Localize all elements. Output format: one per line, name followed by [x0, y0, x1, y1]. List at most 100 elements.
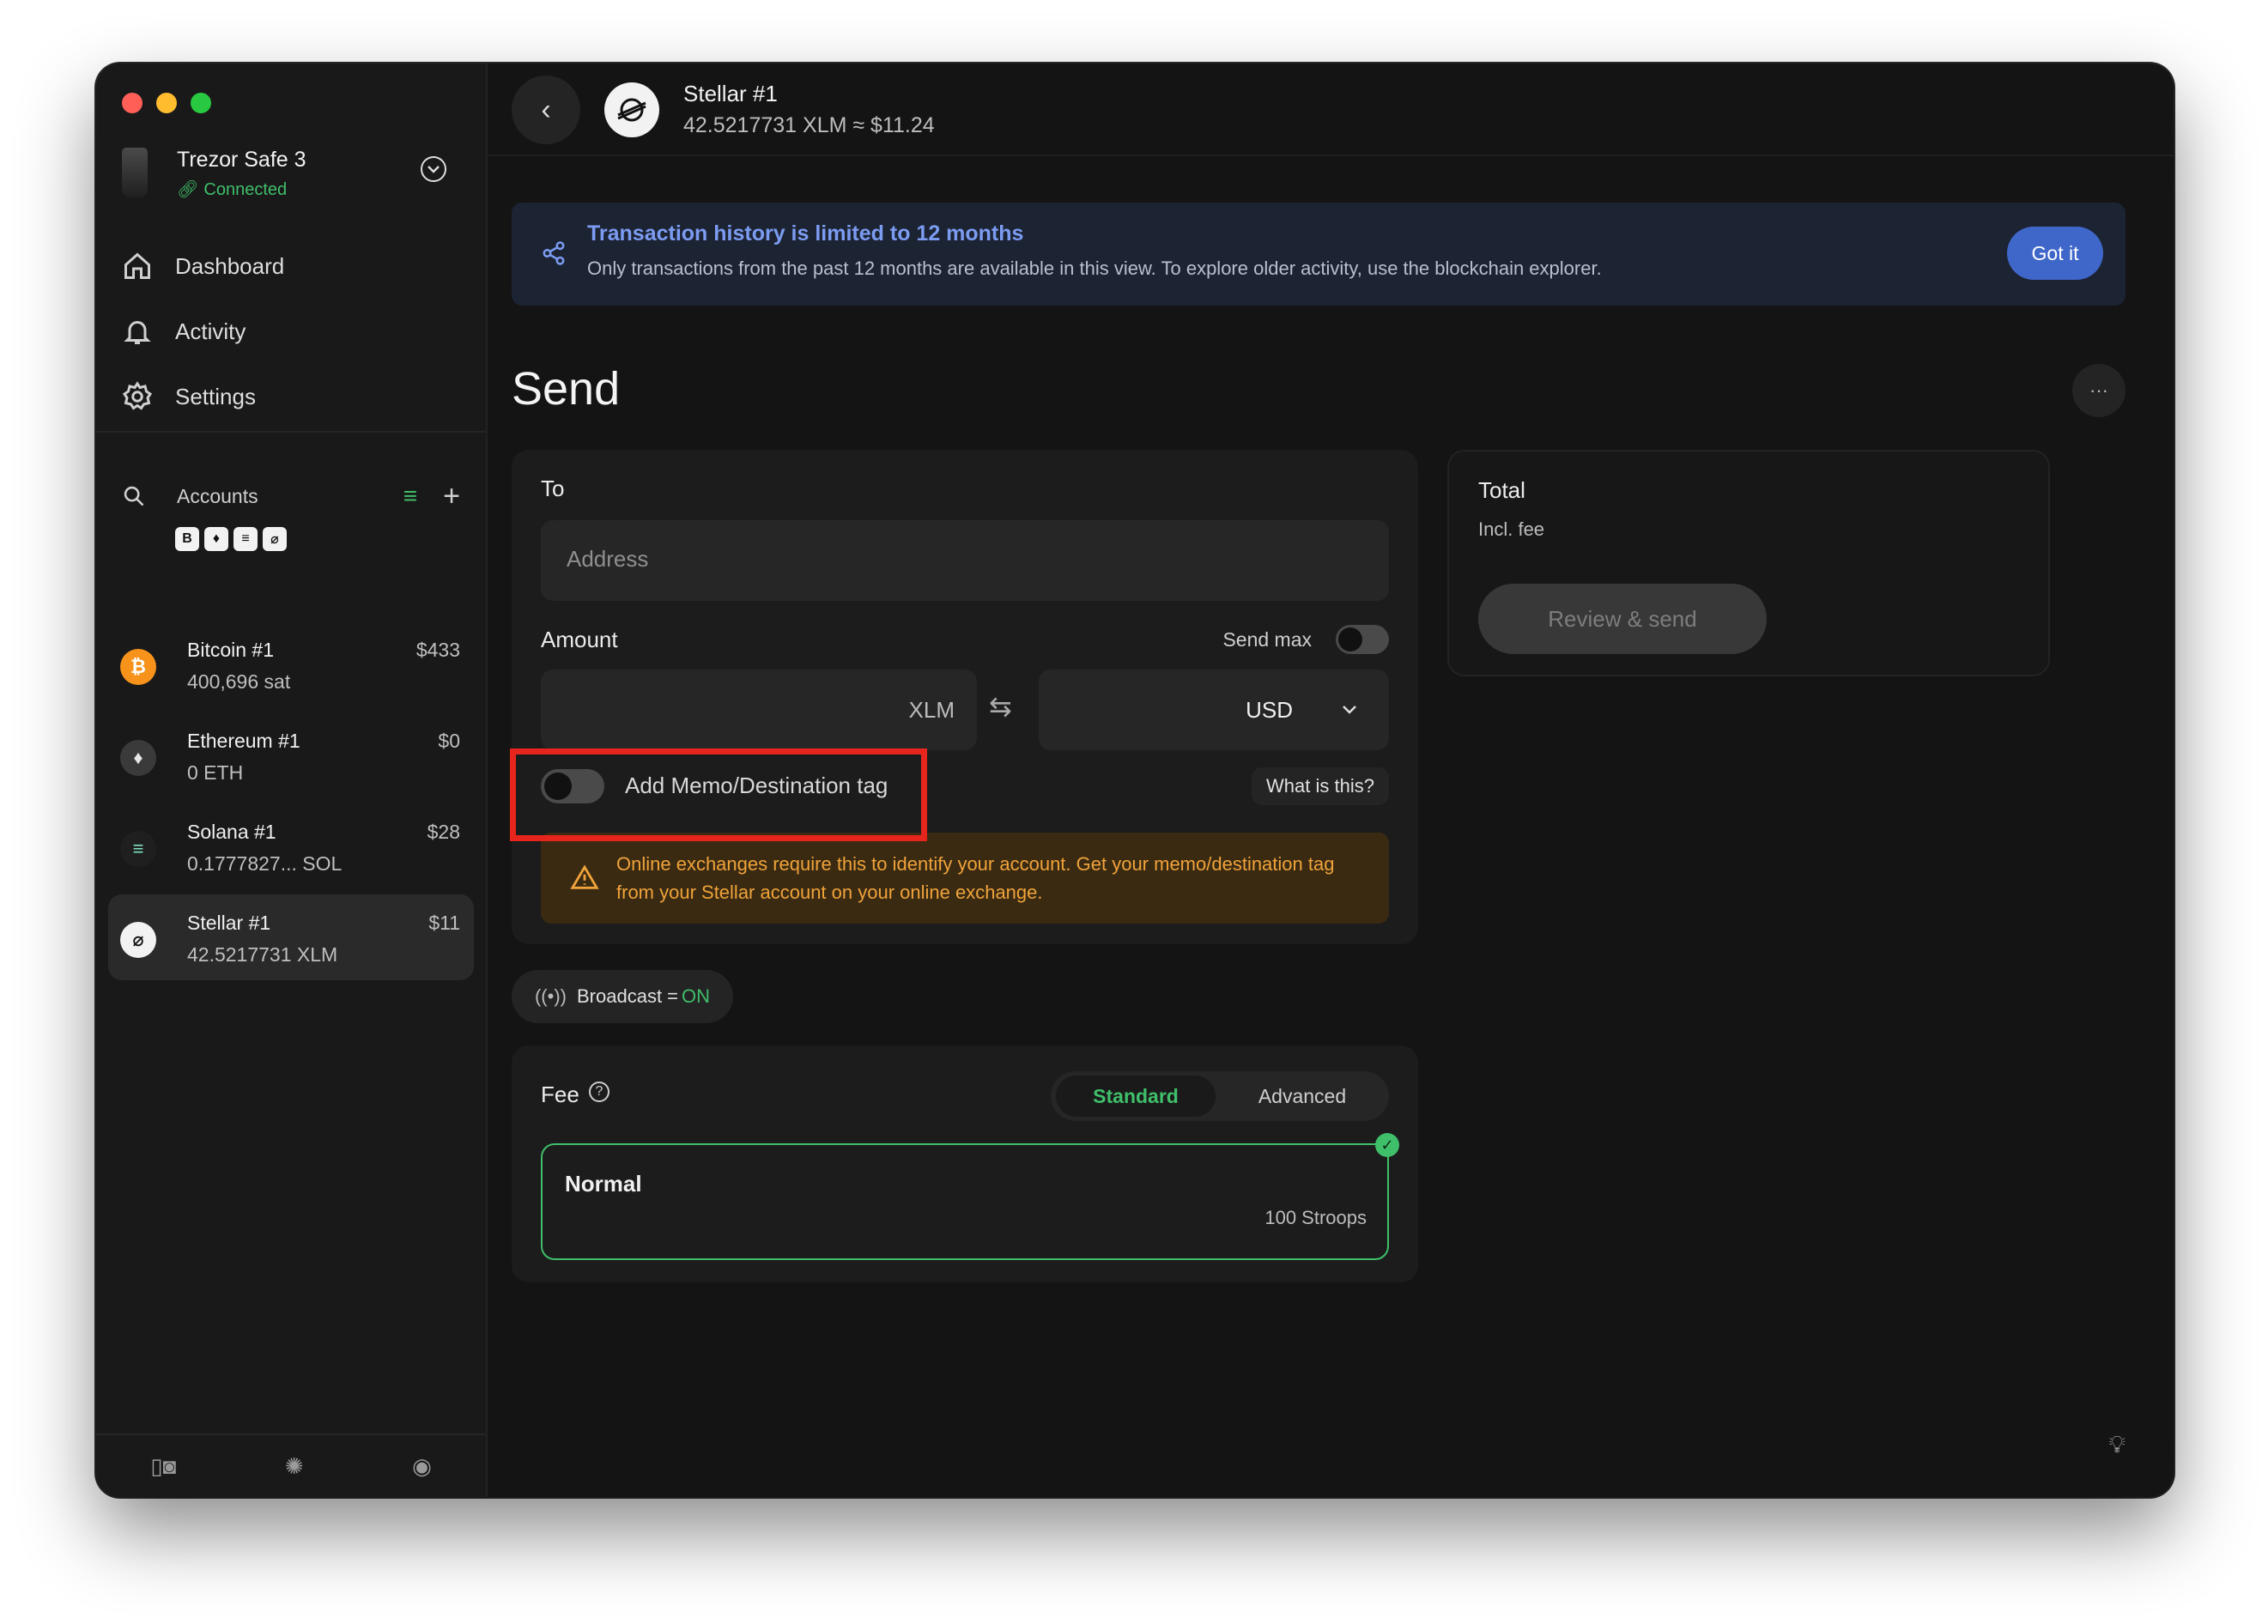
top-bar: ‹ Stellar #1 42.5217731 XLM ≈ $11.24 — [488, 64, 2174, 156]
account-name: Ethereum #1 — [187, 730, 300, 752]
ethereum-icon: ♦ — [120, 740, 156, 776]
broadcast-icon: ((•)) — [534, 985, 567, 1007]
device-status-icon[interactable]: ▯◙ — [150, 1453, 176, 1480]
address-input[interactable]: Address — [541, 520, 1389, 601]
fee-option-normal[interactable]: ✓ Normal 100 Stroops — [541, 1133, 1399, 1260]
send-form-card: To Address Amount Send max XLM ⇆ USD Add… — [512, 450, 1418, 944]
total-label: Total — [1478, 477, 1525, 503]
account-name: Bitcoin #1 — [187, 639, 275, 661]
device-switcher[interactable]: Trezor Safe 3 🔗︎ Connected — [122, 142, 460, 211]
account-name: Stellar #1 — [187, 912, 271, 934]
warning-icon — [570, 864, 599, 889]
history-limit-banner: Transaction history is limited to 12 mon… — [512, 203, 2125, 306]
tab-advanced[interactable]: Advanced — [1222, 1076, 1382, 1117]
banner-text: Only transactions from the past 12 month… — [587, 258, 1602, 279]
crypto-unit: XLM — [908, 697, 955, 723]
broadcast-toggle[interactable]: ((•)) Broadcast = ON — [512, 970, 733, 1023]
fiat-currency-select[interactable]: USD — [1246, 697, 1293, 724]
fiat-amount-input[interactable]: USD — [1039, 670, 1389, 750]
trezor-device-icon — [122, 148, 148, 197]
send-max-label: Send max — [1222, 628, 1312, 651]
window-controls — [122, 93, 211, 113]
account-title: Stellar #1 — [683, 81, 778, 106]
device-name: Trezor Safe 3 — [177, 148, 306, 172]
account-name: Solana #1 — [187, 821, 276, 843]
account-item-solana[interactable]: ≡ Solana #1 0.1777827... SOL $28 — [108, 803, 474, 889]
account-item-stellar[interactable]: ⌀ Stellar #1 42.5217731 XLM $11 — [108, 894, 474, 980]
account-balance: 0.1777827... SOL — [187, 852, 343, 875]
nav-activity[interactable]: Activity — [122, 299, 460, 364]
filter-icon[interactable]: ≡ — [403, 482, 417, 510]
nav-activity-label: Activity — [175, 318, 246, 344]
account-fiat: $433 — [415, 639, 460, 661]
account-balance-summary: 42.5217731 XLM ≈ $11.24 — [683, 113, 935, 137]
crypto-amount-input[interactable]: XLM — [541, 670, 977, 750]
add-account-button[interactable]: + — [443, 482, 460, 511]
memo-warning-text: Online exchanges require this to identif… — [616, 853, 1335, 903]
got-it-button[interactable]: Got it — [2007, 227, 2103, 280]
accounts-title: Accounts — [177, 484, 258, 507]
nav-settings[interactable]: Settings — [122, 364, 460, 429]
broadcast-label: Broadcast = — [577, 985, 679, 1007]
what-is-this-button[interactable]: What is this? — [1252, 767, 1389, 805]
account-item-bitcoin[interactable]: ₿ Bitcoin #1 400,696 sat $433 — [108, 621, 474, 707]
more-options-button[interactable]: ··· — [2072, 364, 2125, 417]
account-fiat: $11 — [428, 912, 460, 934]
main-content: ‹ Stellar #1 42.5217731 XLM ≈ $11.24 Tra… — [488, 64, 2174, 1497]
lightbulb-icon[interactable]: 💡︎ — [2108, 1431, 2125, 1459]
ethereum-chip-icon[interactable]: ♦ — [204, 527, 228, 551]
device-status-label: Connected — [203, 180, 288, 199]
swap-icon[interactable]: ⇆ — [989, 690, 1012, 723]
account-balance: 400,696 sat — [187, 670, 291, 693]
account-item-ethereum[interactable]: ♦ Ethereum #1 0 ETH $0 — [108, 712, 474, 798]
account-fiat: $28 — [427, 821, 460, 843]
eye-icon[interactable]: ◉ — [412, 1453, 432, 1480]
tor-icon[interactable]: ✺ — [285, 1453, 304, 1480]
check-icon: ✓ — [1375, 1133, 1399, 1157]
account-balance: 0 ETH — [187, 761, 244, 784]
app-window: Trezor Safe 3 🔗︎ Connected Dashboard Acti… — [96, 64, 2174, 1497]
nav-settings-label: Settings — [175, 383, 256, 409]
sidebar-footer: ▯◙ ✺ ◉ — [96, 1433, 486, 1497]
review-and-send-button[interactable]: Review & send — [1478, 584, 1767, 654]
stellar-chip-icon[interactable]: ⌀ — [263, 527, 287, 551]
memo-warning: Online exchanges require this to identif… — [541, 833, 1389, 924]
summary-card: Total Incl. fee Review & send — [1447, 450, 2050, 676]
coin-filter-chips: B ♦ ≡ ⌀ — [175, 527, 287, 551]
back-button[interactable]: ‹ — [512, 76, 580, 144]
to-label: To — [541, 476, 565, 501]
address-placeholder: Address — [567, 546, 649, 572]
nav-dashboard[interactable]: Dashboard — [122, 233, 460, 299]
page-title: Send — [512, 363, 621, 415]
send-max-toggle[interactable] — [1336, 625, 1389, 654]
tab-standard[interactable]: Standard — [1056, 1076, 1216, 1117]
account-balance: 42.5217731 XLM — [187, 943, 338, 966]
amount-label: Amount — [541, 627, 618, 652]
search-icon[interactable] — [122, 484, 146, 508]
close-window-button[interactable] — [122, 93, 143, 113]
home-icon — [124, 252, 150, 279]
sidebar-divider — [96, 431, 486, 433]
fee-option-value: 100 Stroops — [1264, 1207, 1367, 1228]
nav-dashboard-label: Dashboard — [175, 252, 285, 279]
chevron-down-icon[interactable] — [421, 156, 446, 182]
stellar-logo-icon — [604, 82, 659, 137]
bitcoin-icon: ₿ — [120, 649, 156, 685]
bitcoin-chip-icon[interactable]: B — [175, 527, 199, 551]
fee-mode-tabs: Standard Advanced — [1051, 1071, 1389, 1121]
account-fiat: $0 — [438, 730, 460, 752]
minimize-window-button[interactable] — [156, 93, 177, 113]
solana-chip-icon[interactable]: ≡ — [233, 527, 258, 551]
fee-option-name: Normal — [565, 1171, 642, 1197]
accounts-header: Accounts ≡ + — [122, 479, 460, 513]
incl-fee-label: Incl. fee — [1478, 518, 1545, 540]
gear-icon — [122, 381, 153, 410]
bell-icon — [124, 321, 151, 344]
help-icon[interactable]: ? — [589, 1082, 609, 1102]
banner-title: Transaction history is limited to 12 mon… — [587, 221, 1024, 245]
fee-label: Fee — [541, 1082, 579, 1107]
maximize-window-button[interactable] — [191, 93, 211, 113]
stellar-icon: ⌀ — [120, 922, 156, 958]
chevron-down-icon[interactable] — [1341, 704, 1358, 716]
sidebar: Trezor Safe 3 🔗︎ Connected Dashboard Acti… — [96, 64, 488, 1497]
